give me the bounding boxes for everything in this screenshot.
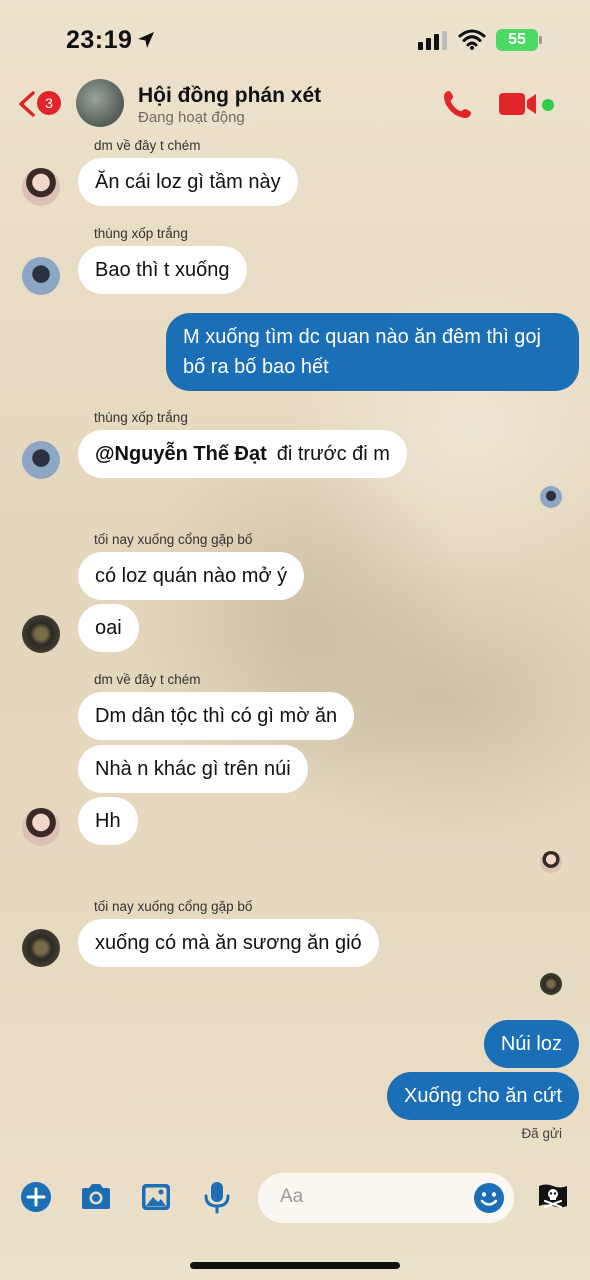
unread-badge: 3 — [37, 91, 61, 115]
back-chevron-icon[interactable] — [16, 90, 38, 118]
chat-title[interactable]: Hội đồng phán xét — [138, 84, 321, 108]
message-bubble-outgoing[interactable]: Núi loz — [483, 1020, 579, 1068]
status-bar: 23:19 55 — [0, 0, 590, 80]
message-bubble-incoming[interactable]: xuống có mà ăn sương ăn gió — [78, 919, 379, 967]
message-composer: Aa — [0, 1168, 590, 1228]
sender-name: dm về đây t chém — [94, 138, 201, 153]
delivery-status: Đã gửi — [521, 1126, 562, 1141]
message-bubble-incoming[interactable]: Ăn cái loz gì tầm này — [78, 158, 298, 206]
message-bubble-incoming[interactable]: oai — [78, 604, 139, 652]
emoji-icon[interactable] — [473, 1182, 505, 1214]
sender-name: thùng xốp trắng — [94, 410, 188, 425]
message-line: bố ra bố bao hết — [183, 356, 329, 378]
message-bubble-outgoing[interactable]: Xuống cho ăn cứt — [387, 1072, 579, 1120]
camera-icon[interactable] — [79, 1180, 113, 1214]
chat-header: 3 Hội đồng phán xét Đang hoạt động — [0, 78, 590, 132]
battery-tip — [539, 36, 542, 44]
location-arrow-icon — [138, 32, 154, 48]
message-input-placeholder: Aa — [280, 1186, 304, 1207]
message-bubble-incoming[interactable]: Bao thì t xuống — [78, 246, 247, 294]
phone-icon[interactable] — [442, 88, 474, 120]
sender-name: tối nay xuống cổng gặp bố — [94, 532, 253, 547]
battery-indicator: 55 — [496, 29, 538, 51]
home-indicator — [190, 1262, 400, 1269]
message-text: đi trước đi m — [276, 443, 390, 465]
read-receipt-avatar — [540, 851, 562, 873]
avatar[interactable] — [22, 615, 60, 653]
sender-name: dm về đây t chém — [94, 672, 201, 687]
online-indicator — [542, 99, 554, 111]
avatar[interactable] — [22, 257, 60, 295]
signal-icon — [418, 31, 447, 50]
active-status: Đang hoạt động — [138, 109, 245, 126]
avatar[interactable] — [22, 168, 60, 206]
image-icon[interactable] — [139, 1180, 173, 1214]
mention-link[interactable]: @Nguyễn Thế Đạt — [95, 443, 267, 465]
pirate-flag-icon[interactable] — [536, 1180, 570, 1214]
sender-name: thùng xốp trắng — [94, 226, 188, 241]
message-bubble-incoming[interactable]: có loz quán nào mở ý — [78, 552, 305, 600]
avatar[interactable] — [22, 808, 60, 846]
plus-icon[interactable] — [19, 1180, 53, 1214]
message-input[interactable]: Aa — [258, 1173, 514, 1223]
message-bubble-incoming[interactable]: @Nguyễn Thế Đạt đi trước đi m — [78, 430, 407, 478]
video-icon[interactable] — [498, 90, 538, 118]
avatar[interactable] — [22, 929, 60, 967]
read-receipt-avatar — [540, 486, 562, 508]
microphone-icon[interactable] — [200, 1180, 234, 1214]
message-bubble-incoming[interactable]: Dm dân tộc thì có gì mờ ăn — [78, 692, 355, 740]
read-receipt-avatar — [540, 973, 562, 995]
avatar[interactable] — [22, 441, 60, 479]
group-avatar[interactable] — [76, 79, 124, 127]
wifi-icon — [458, 29, 486, 50]
status-time: 23:19 — [66, 26, 133, 54]
message-bubble-incoming[interactable]: Hh — [78, 797, 138, 845]
sender-name: tối nay xuống cổng gặp bố — [94, 899, 253, 914]
message-line: M xuống tìm dc quan nào ăn đêm thì goj — [183, 326, 541, 348]
message-bubble-outgoing[interactable]: M xuống tìm dc quan nào ăn đêm thì goj b… — [166, 313, 579, 391]
message-bubble-incoming[interactable]: Nhà n khác gì trên núi — [78, 745, 308, 793]
